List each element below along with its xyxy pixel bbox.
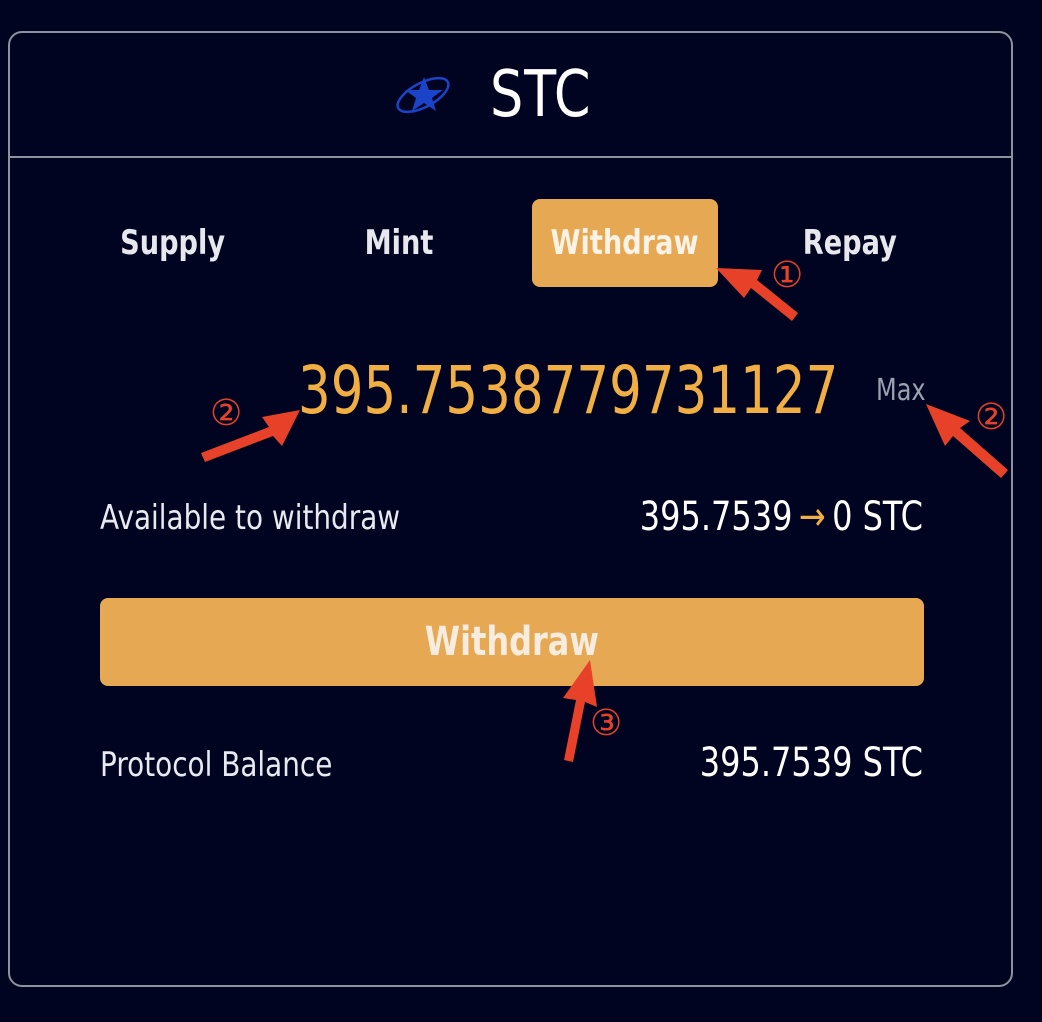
token-title: STC (490, 58, 592, 132)
withdraw-button[interactable]: Withdraw (100, 598, 924, 686)
tab-repay-label: Repay (802, 223, 898, 263)
available-label: Available to withdraw (100, 498, 401, 538)
arrow-right-icon: → (798, 494, 826, 540)
annotation-marker-2b: ② (975, 397, 1008, 438)
tab-withdraw-label: Withdraw (550, 223, 700, 263)
tab-mint-label: Mint (364, 223, 434, 263)
amount-input[interactable]: 395.7538779731127 (298, 351, 838, 431)
annotation-marker-2a: ② (210, 393, 243, 434)
available-from: 395.7539 (639, 494, 793, 540)
annotation-marker-3: ③ (590, 703, 623, 744)
available-value: 395.7539 → 0 STC (640, 493, 923, 541)
max-button[interactable]: Max (876, 371, 926, 411)
panel-header: STC (10, 33, 1011, 158)
stc-logo-icon (396, 76, 450, 114)
protocol-balance-label: Protocol Balance (100, 745, 333, 785)
tab-supply-label: Supply (120, 223, 226, 263)
withdraw-button-label: Withdraw (424, 619, 600, 665)
tab-supply[interactable]: Supply (98, 199, 248, 287)
protocol-balance-value: 395.7539 STC (699, 740, 923, 786)
withdraw-panel: STC Supply Mint Withdraw Repay 395.75387… (8, 31, 1013, 987)
annotation-marker-1: ① (771, 255, 804, 296)
tab-withdraw[interactable]: Withdraw (532, 199, 718, 287)
tab-mint[interactable]: Mint (324, 199, 474, 287)
available-to: 0 STC (832, 494, 923, 540)
